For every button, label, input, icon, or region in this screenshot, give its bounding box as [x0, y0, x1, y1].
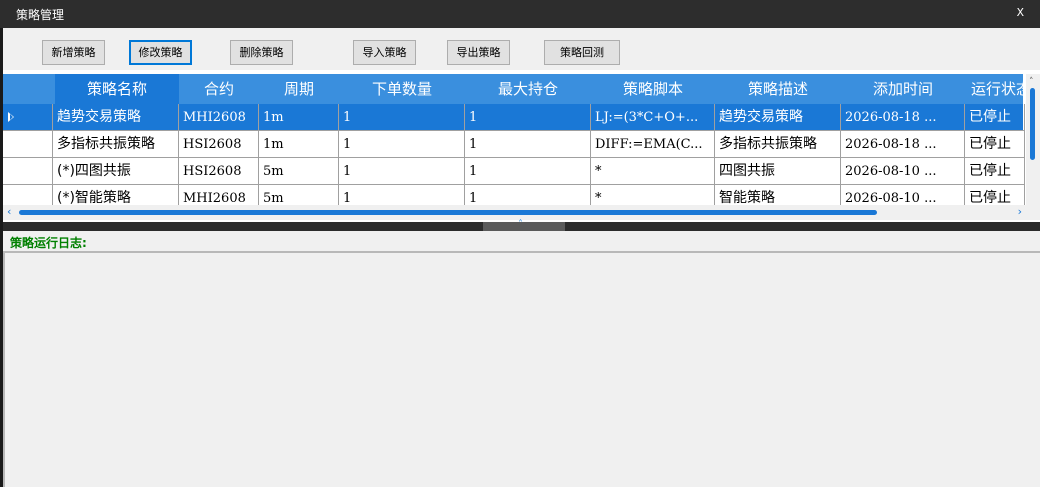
window-title: 策略管理	[16, 8, 65, 22]
cell-max-position[interactable]: 1	[465, 131, 591, 158]
strategy-grid[interactable]: 策略名称 合约 周期 下单数量 最大持仓 策略脚本 策略描述 添加时间 运行状态…	[3, 70, 1040, 222]
column-header-contract[interactable]: 合约	[179, 74, 259, 104]
cell-status[interactable]: 已停止	[965, 131, 1025, 158]
cell-description[interactable]: 趋势交易策略	[715, 104, 841, 131]
add-strategy-button[interactable]: 新增策略	[42, 40, 105, 65]
cell-added-time[interactable]: 2026-08-18 ...	[841, 131, 965, 158]
delete-strategy-button[interactable]: 删除策略	[230, 40, 293, 65]
column-header-name[interactable]: 策略名称	[55, 74, 179, 104]
vertical-scroll-thumb[interactable]	[1030, 88, 1035, 160]
table-row[interactable]: 趋势交易策略 MHI2608 1m 1 1 LJ:=(3*C+O+... 趋势交…	[3, 104, 1025, 131]
scroll-up-icon[interactable]: ˄	[1029, 77, 1034, 87]
cell-contract[interactable]: MHI2608	[179, 104, 259, 131]
cell-contract[interactable]: HSI2608	[179, 158, 259, 185]
cell-status[interactable]: 已停止	[965, 158, 1025, 185]
column-header-description[interactable]: 策略描述	[715, 74, 841, 104]
horizontal-scrollbar[interactable]: ‹ ›	[3, 205, 1026, 220]
cell-period[interactable]: 5m	[259, 158, 339, 185]
cell-description[interactable]: 四图共振	[715, 158, 841, 185]
backtest-strategy-button[interactable]: 策略回测	[544, 40, 620, 65]
cell-name[interactable]: (*)四图共振	[53, 158, 179, 185]
cell-name[interactable]: 趋势交易策略	[53, 104, 179, 131]
cell-script[interactable]: *	[591, 158, 715, 185]
horizontal-scroll-thumb[interactable]	[19, 210, 877, 215]
edit-strategy-button[interactable]: 修改策略	[129, 40, 192, 65]
column-header-added-time[interactable]: 添加时间	[841, 74, 965, 104]
column-header-order-qty[interactable]: 下单数量	[339, 74, 465, 104]
cell-order-qty[interactable]: 1	[339, 158, 465, 185]
column-header-script[interactable]: 策略脚本	[591, 74, 715, 104]
cell-contract[interactable]: HSI2608	[179, 131, 259, 158]
import-strategy-button[interactable]: 导入策略	[353, 40, 416, 65]
row-header[interactable]	[3, 131, 53, 158]
cell-order-qty[interactable]: 1	[339, 131, 465, 158]
row-header[interactable]	[3, 158, 53, 185]
grid-header: 策略名称 合约 周期 下单数量 最大持仓 策略脚本 策略描述 添加时间 运行状态	[3, 74, 1025, 104]
column-header-max-position[interactable]: 最大持仓	[465, 74, 591, 104]
table-row[interactable]: (*)四图共振 HSI2608 5m 1 1 * 四图共振 2026-08-10…	[3, 158, 1025, 185]
row-header[interactable]	[3, 104, 53, 131]
splitter-grip[interactable]: ˄	[483, 219, 565, 231]
collapse-up-icon[interactable]: ˄	[518, 219, 523, 230]
cell-period[interactable]: 1m	[259, 131, 339, 158]
log-area[interactable]	[3, 251, 1040, 487]
cell-script[interactable]: LJ:=(3*C+O+...	[591, 104, 715, 131]
cell-script[interactable]: DIFF:=EMA(C...	[591, 131, 715, 158]
close-button[interactable]: X	[1017, 6, 1024, 20]
cell-status[interactable]: 已停止	[965, 104, 1025, 131]
cell-description[interactable]: 多指标共振策略	[715, 131, 841, 158]
toolbar: 新增策略 修改策略 删除策略 导入策略 导出策略 策略回测	[3, 28, 1040, 70]
log-label: 策略运行日志:	[10, 236, 87, 250]
cell-added-time[interactable]: 2026-08-10 ...	[841, 158, 965, 185]
vertical-scrollbar[interactable]: ˄	[1026, 74, 1040, 220]
scroll-left-icon[interactable]: ‹	[7, 205, 11, 218]
panel-splitter[interactable]: ˄	[3, 219, 1040, 231]
column-header-status[interactable]: 运行状态	[965, 74, 1025, 104]
cell-name[interactable]: 多指标共振策略	[53, 131, 179, 158]
cell-added-time[interactable]: 2026-08-18 ...	[841, 104, 965, 131]
log-header: 策略运行日志:	[3, 231, 1040, 251]
scroll-right-icon[interactable]: ›	[1018, 205, 1022, 218]
cell-max-position[interactable]: 1	[465, 158, 591, 185]
column-header-period[interactable]: 周期	[259, 74, 339, 104]
cell-max-position[interactable]: 1	[465, 104, 591, 131]
title-bar: 策略管理 X	[0, 0, 1040, 28]
cell-order-qty[interactable]: 1	[339, 104, 465, 131]
table-row[interactable]: 多指标共振策略 HSI2608 1m 1 1 DIFF:=EMA(C... 多指…	[3, 131, 1025, 158]
cell-period[interactable]: 1m	[259, 104, 339, 131]
export-strategy-button[interactable]: 导出策略	[447, 40, 510, 65]
